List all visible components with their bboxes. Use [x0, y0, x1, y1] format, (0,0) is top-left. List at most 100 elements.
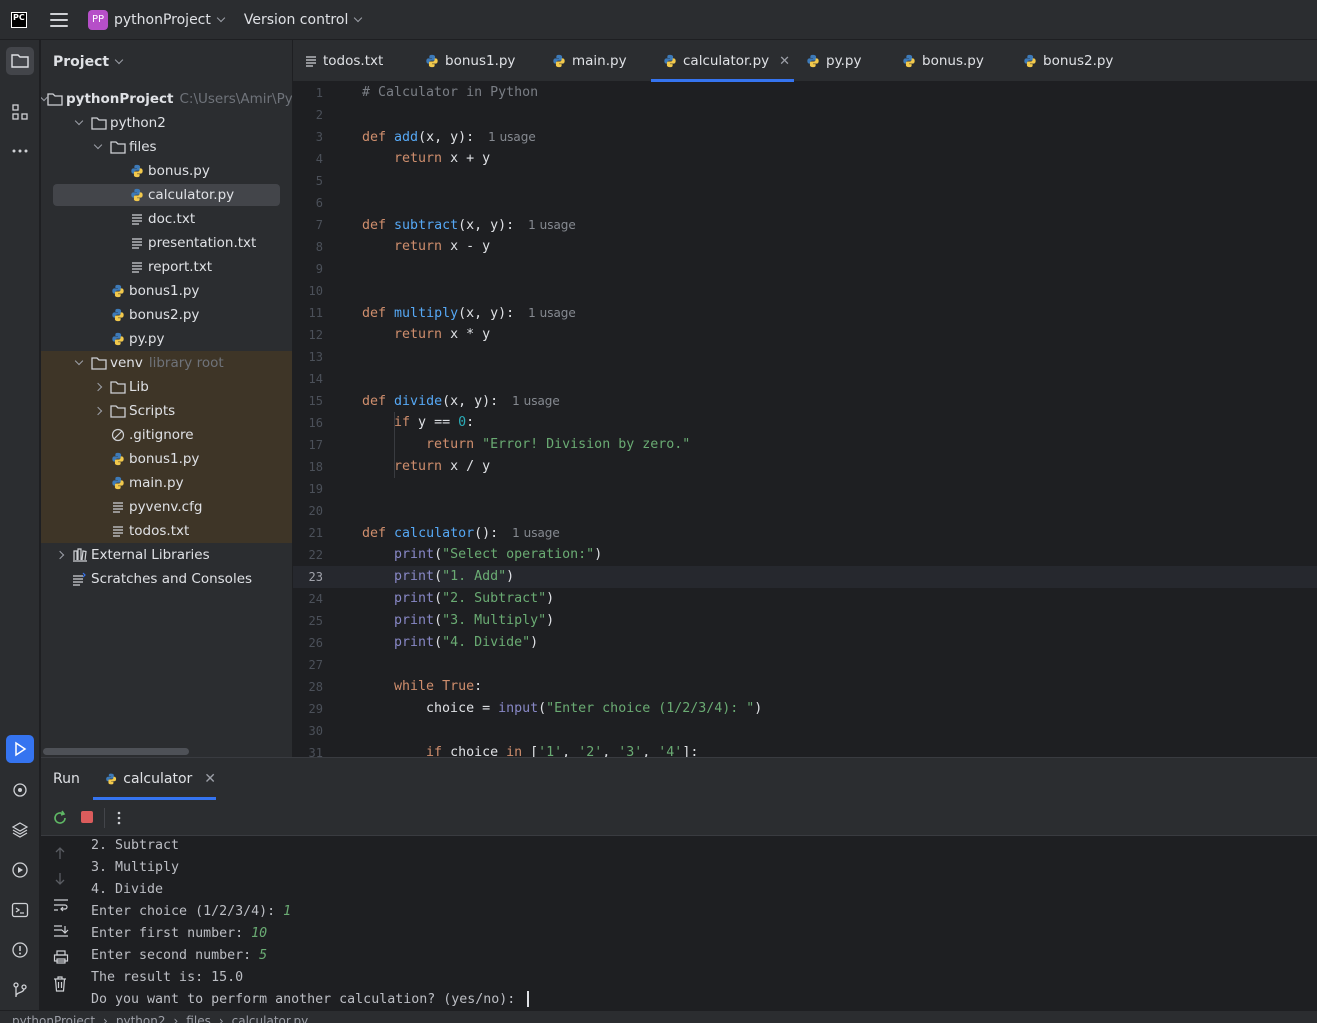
code-line[interactable]: 22 print("Select operation:") — [293, 544, 1317, 566]
code-editor[interactable]: 1 # Calculator in Python 2 3 def add(x, y): 1… — [293, 82, 1317, 757]
code-line[interactable]: 2 — [293, 104, 1317, 126]
tree-item-scripts[interactable]: Scripts — [41, 399, 292, 423]
tree-item-report-txt[interactable]: report.txt — [41, 255, 292, 279]
tab-py-py[interactable]: py.py — [806, 40, 891, 82]
terminal-tool-button[interactable] — [6, 896, 34, 924]
breadcrumb-item[interactable]: pythonProject — [12, 1014, 95, 1023]
console-cursor[interactable] — [527, 991, 530, 1007]
project-panel-header[interactable]: Project — [53, 54, 124, 70]
tree-item-todos-txt[interactable]: todos.txt — [41, 519, 292, 543]
code-line[interactable]: 28 while True: — [293, 676, 1317, 698]
rerun-icon[interactable] — [52, 810, 68, 826]
tree-item-presentation-txt[interactable]: presentation.txt — [41, 231, 292, 255]
usage-hint[interactable]: 1 usage — [512, 394, 560, 408]
tree-item-pythonproject[interactable]: pythonProject C:\Users\Amir\Py — [41, 87, 292, 111]
code-line[interactable]: 25 print("3. Multiply") — [293, 610, 1317, 632]
tab-bonus1-py[interactable]: bonus1.py — [425, 40, 540, 82]
chevron-down-icon[interactable] — [114, 55, 124, 65]
version-control-menu[interactable]: Version control — [244, 12, 348, 28]
code-line[interactable]: 29 choice = input("Enter choice (1/2/3/4… — [293, 698, 1317, 720]
code-line[interactable]: 21 def calculator(): 1 usage — [293, 522, 1317, 544]
usage-hint[interactable]: 1 usage — [528, 218, 576, 232]
code-line[interactable]: 20 — [293, 500, 1317, 522]
layers-tool-button[interactable] — [6, 816, 34, 844]
project-badge[interactable]: PP — [88, 9, 108, 30]
tree-item-py-py[interactable]: py.py — [41, 327, 292, 351]
run-tool-button[interactable] — [6, 735, 34, 763]
chevron-right-icon[interactable] — [91, 404, 105, 418]
code-line[interactable]: 23 print("1. Add") — [293, 566, 1317, 588]
tree-item-scratches-and-consoles[interactable]: Scratches and Consoles — [41, 567, 292, 591]
tab-bonus-py[interactable]: bonus.py — [902, 40, 1012, 82]
chevron-right-icon[interactable] — [53, 548, 67, 562]
tree-item-calculator-py[interactable]: calculator.py — [41, 183, 292, 207]
problems-tool-button[interactable] — [6, 936, 34, 964]
code-line[interactable]: 3 def add(x, y): 1 usage — [293, 126, 1317, 148]
tree-item-bonus2-py[interactable]: bonus2.py — [41, 303, 292, 327]
tab-calculator-py[interactable]: calculator.py ✕ — [651, 40, 794, 82]
tree-item-main-py[interactable]: main.py — [41, 471, 292, 495]
tab-todos-txt[interactable]: todos.txt — [305, 40, 415, 82]
tree-item-pyvenv-cfg[interactable]: pyvenv.cfg — [41, 495, 292, 519]
breadcrumb-item[interactable]: files — [186, 1014, 211, 1023]
services-tool-button[interactable] — [6, 856, 34, 884]
close-icon[interactable]: ✕ — [204, 771, 216, 787]
structure-tool-button[interactable] — [6, 98, 34, 126]
stop-icon[interactable] — [81, 811, 93, 823]
chevron-down-icon[interactable] — [354, 13, 363, 22]
tree-item-lib[interactable]: Lib — [41, 375, 292, 399]
code-line[interactable]: 31 if choice in ['1', '2', '3', '4']: — [293, 742, 1317, 757]
code-line[interactable]: 16 if y == 0: — [293, 412, 1317, 434]
code-line[interactable]: 24 print("2. Subtract") — [293, 588, 1317, 610]
more-tools-button[interactable] — [6, 137, 34, 165]
chevron-down-icon[interactable] — [216, 13, 226, 22]
code-line[interactable]: 27 — [293, 654, 1317, 676]
tree-item-external-libraries[interactable]: External Libraries — [41, 543, 292, 567]
breadcrumb-item[interactable]: calculator.py — [232, 1014, 309, 1023]
tree-item-gitignore[interactable]: .gitignore — [41, 423, 292, 447]
chevron-down-icon[interactable] — [91, 140, 105, 154]
run-tab-calculator[interactable]: calculator ✕ — [93, 758, 216, 800]
chevron-down-icon[interactable] — [72, 356, 86, 370]
code-line[interactable]: 4 return x + y — [293, 148, 1317, 170]
scroll-to-end-icon[interactable] — [53, 924, 69, 938]
project-tool-button[interactable] — [6, 47, 34, 75]
code-line[interactable]: 26 print("4. Divide") — [293, 632, 1317, 654]
soft-wrap-icon[interactable] — [53, 898, 69, 912]
tree-item-bonus1-py[interactable]: bonus1.py — [41, 447, 292, 471]
tree-item-bonus-py[interactable]: bonus.py — [41, 159, 292, 183]
code-line[interactable]: 18 return x / y — [293, 456, 1317, 478]
more-vertical-icon[interactable] — [114, 810, 124, 826]
code-line[interactable]: 6 — [293, 192, 1317, 214]
code-line[interactable]: 15 def divide(x, y): 1 usage — [293, 390, 1317, 412]
main-menu-icon[interactable] — [50, 12, 68, 27]
code-line[interactable]: 5 — [293, 170, 1317, 192]
arrow-down-icon[interactable] — [53, 872, 67, 886]
code-line[interactable]: 10 — [293, 280, 1317, 302]
trash-icon[interactable] — [53, 976, 67, 992]
usage-hint[interactable]: 1 usage — [528, 306, 576, 320]
code-line[interactable]: 7 def subtract(x, y): 1 usage — [293, 214, 1317, 236]
close-icon[interactable]: ✕ — [779, 54, 790, 69]
code-line[interactable]: 8 return x - y — [293, 236, 1317, 258]
python-packages-button[interactable] — [6, 776, 34, 804]
usage-hint[interactable]: 1 usage — [488, 130, 536, 144]
tab-main-py[interactable]: main.py — [552, 40, 642, 82]
code-line[interactable]: 14 — [293, 368, 1317, 390]
code-line[interactable]: 19 — [293, 478, 1317, 500]
print-icon[interactable] — [53, 950, 69, 964]
horizontal-scrollbar[interactable] — [43, 748, 189, 755]
tree-item-python2[interactable]: python2 — [41, 111, 292, 135]
usage-hint[interactable]: 1 usage — [512, 526, 560, 540]
tree-item-files[interactable]: files — [41, 135, 292, 159]
arrow-up-icon[interactable] — [53, 846, 67, 860]
project-switcher[interactable]: pythonProject — [114, 12, 211, 28]
chevron-down-icon[interactable] — [72, 116, 86, 130]
code-line[interactable]: 11 def multiply(x, y): 1 usage — [293, 302, 1317, 324]
tree-item-doc-txt[interactable]: doc.txt — [41, 207, 292, 231]
code-line[interactable]: 1 # Calculator in Python — [293, 82, 1317, 104]
tree-item-venv[interactable]: venv library root — [41, 351, 292, 375]
git-tool-button[interactable] — [6, 976, 34, 1004]
code-line[interactable]: 30 — [293, 720, 1317, 742]
code-line[interactable]: 13 — [293, 346, 1317, 368]
